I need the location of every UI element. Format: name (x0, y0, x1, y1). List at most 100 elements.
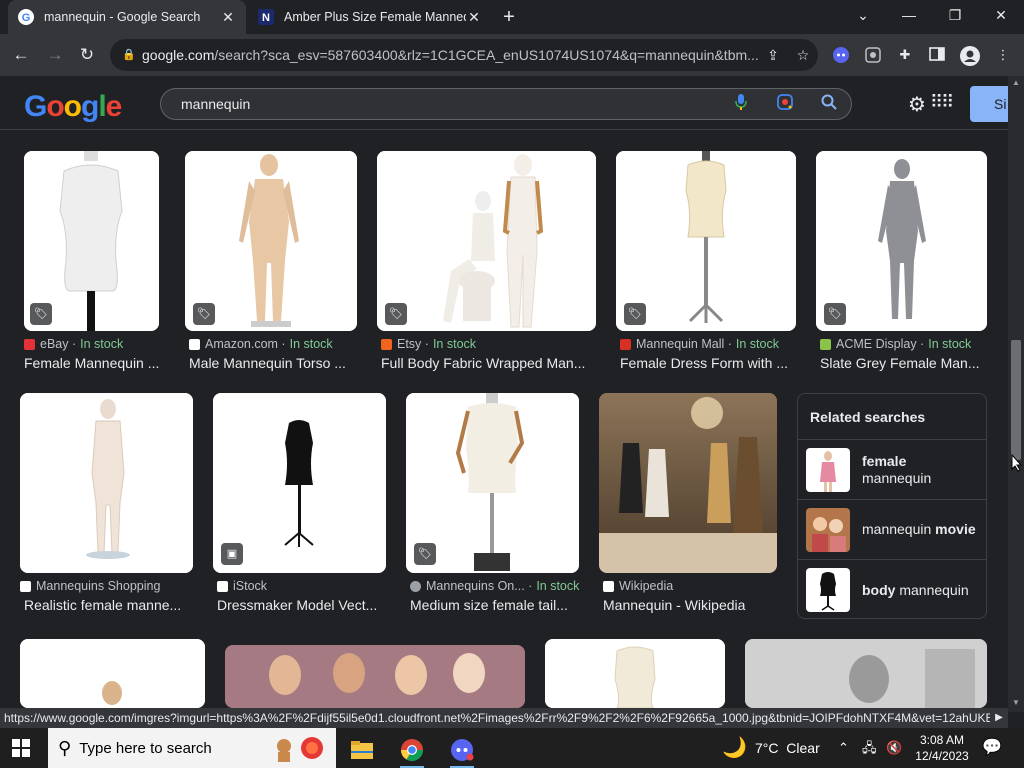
related-thumbnail (806, 507, 850, 552)
share-icon[interactable]: ⇪ (758, 47, 788, 64)
minimize-icon[interactable]: — (886, 0, 932, 30)
profile-avatar-icon[interactable] (960, 46, 980, 66)
reload-icon[interactable]: ↻ (74, 42, 100, 68)
result-thumbnail[interactable] (545, 639, 725, 708)
mouse-cursor-icon (1011, 454, 1023, 472)
google-header: Google mannequin ⚙ ⠿⠿ Si (0, 76, 1020, 130)
amazon-favicon-icon (189, 338, 200, 350)
bookmark-star-icon[interactable]: ☆ (788, 47, 818, 64)
related-searches-panel: Related searches female mannequin mannequ… (797, 393, 987, 619)
result-source: Mannequin Mall · In stock (620, 337, 779, 351)
result-title[interactable]: Slate Grey Female Man... (820, 355, 986, 371)
lock-icon: 🔒 (122, 49, 136, 61)
close-tab-icon[interactable]: ✕ (220, 9, 236, 25)
side-panel-icon[interactable] (928, 46, 946, 64)
windows-start-icon[interactable] (12, 739, 30, 757)
result-title[interactable]: Medium size female tail... (410, 597, 580, 613)
related-thumbnail (806, 447, 850, 492)
result-title[interactable]: Male Mannequin Torso ... (189, 355, 359, 371)
tab-google-search[interactable]: G mannequin - Google Search ✕ (8, 0, 246, 34)
result-source: eBay · In stock (24, 337, 123, 351)
extension-icon[interactable] (864, 46, 882, 64)
tab-amber-mannequin[interactable]: N Amber Plus Size Female Mannequ ✕ (248, 0, 492, 34)
result-thumbnail[interactable] (599, 393, 777, 573)
chrome-menu-icon[interactable]: ⋮ (994, 46, 1012, 64)
settings-gear-icon[interactable]: ⚙ (908, 92, 926, 117)
shopping-tag-icon: 🏷 (824, 303, 846, 325)
shopping-tag-icon: 🏷 (193, 303, 215, 325)
result-thumbnail[interactable]: 🏷 (406, 393, 579, 573)
taskbar-clock[interactable]: 3:08 AM 12/4/2023 (912, 732, 972, 764)
result-thumbnail[interactable]: 🏷 (377, 151, 596, 331)
discord-extension-icon[interactable] (832, 46, 850, 64)
discord-taskbar-icon[interactable] (442, 732, 482, 768)
result-title[interactable]: Female Dress Form with ... (620, 355, 796, 371)
restore-icon[interactable]: ❐ (932, 0, 978, 30)
wikipedia-favicon-icon (603, 580, 614, 592)
search-input[interactable]: mannequin (160, 88, 852, 120)
svg-text:G: G (22, 12, 31, 24)
result-thumbnail[interactable] (20, 393, 193, 573)
notifications-icon[interactable]: 💬 (982, 728, 1002, 768)
result-thumbnail[interactable]: 🏷 (816, 151, 987, 331)
back-icon[interactable]: ← (8, 42, 34, 68)
istock-favicon-icon (217, 580, 228, 592)
result-thumbnail[interactable]: 🏷 (616, 151, 796, 331)
image-icon: ▣ (221, 543, 243, 565)
acme-favicon-icon (820, 338, 831, 350)
result-thumbnail[interactable] (225, 645, 525, 708)
mannequin-mall-favicon-icon (620, 338, 631, 350)
tab-search-chevron-icon[interactable]: ⌄ (840, 0, 886, 30)
result-title[interactable]: Mannequin - Wikipedia (603, 597, 777, 613)
result-source: Mannequins Shopping (20, 579, 160, 593)
close-tab-icon[interactable]: ✕ (466, 9, 482, 25)
network-icon[interactable]: 🖧 (862, 728, 877, 768)
taskbar-search-input[interactable]: ⚲ Type here to search (48, 728, 336, 768)
lens-search-icon[interactable] (763, 93, 807, 116)
google-apps-icon[interactable]: ⠿⠿ (930, 92, 954, 113)
mannequins-shopping-favicon-icon (20, 580, 31, 592)
new-tab-icon[interactable]: + (498, 6, 520, 28)
shopping-tag-icon: 🏷 (385, 303, 407, 325)
puzzle-extensions-icon[interactable]: ✚ (896, 46, 914, 64)
google-logo[interactable]: Google (24, 90, 122, 124)
scroll-down-icon[interactable]: ▼ (1012, 698, 1020, 707)
weather-widget[interactable]: 7°C Clear (755, 728, 820, 768)
scrollbar-thumb[interactable] (1011, 340, 1021, 460)
result-title[interactable]: Female Mannequin ... (24, 355, 174, 371)
related-item-body-mannequin[interactable]: body mannequin (798, 560, 986, 620)
weather-moon-icon[interactable]: 🌙 (722, 728, 747, 768)
scroll-right-icon[interactable]: ▶ (990, 708, 1008, 728)
result-thumbnail[interactable] (20, 639, 205, 708)
search-icon[interactable] (807, 94, 851, 115)
result-source: ACME Display · In stock (820, 337, 971, 351)
search-query: mannequin (181, 96, 251, 112)
volume-muted-icon[interactable]: 🔇 (886, 728, 902, 768)
result-thumbnail[interactable] (745, 639, 987, 708)
forward-icon[interactable]: → (42, 42, 68, 68)
globe-favicon-icon (410, 580, 421, 592)
file-explorer-icon[interactable] (342, 732, 382, 768)
address-bar[interactable]: 🔒 google.com/search?sca_esv=587603400&rl… (110, 39, 818, 71)
result-thumbnail[interactable]: 🏷 (185, 151, 357, 331)
close-window-icon[interactable]: ✕ (978, 0, 1024, 30)
shopping-tag-icon: 🏷 (624, 303, 646, 325)
chrome-taskbar-icon[interactable] (392, 732, 432, 768)
scroll-up-icon[interactable]: ▲ (1012, 78, 1020, 87)
result-thumbnail[interactable]: 🏷 (24, 151, 159, 331)
related-item-female-mannequin[interactable]: female mannequin (798, 440, 986, 500)
link-status-bar: https://www.google.com/imgres?imgurl=htt… (0, 708, 990, 728)
result-title[interactable]: Realistic female manne... (24, 597, 194, 613)
result-source: Mannequins On... · In stock (410, 579, 579, 593)
result-thumbnail[interactable]: ▣ (213, 393, 386, 573)
voice-search-icon[interactable] (719, 93, 763, 116)
related-thumbnail (806, 568, 850, 612)
result-source: iStock (217, 579, 267, 593)
related-item-mannequin-movie[interactable]: mannequin movie (798, 500, 986, 560)
result-title[interactable]: Dressmaker Model Vect... (217, 597, 387, 613)
tray-chevron-icon[interactable]: ⌃ (838, 728, 849, 768)
shopping-tag-icon: 🏷 (414, 543, 436, 565)
result-source: Amazon.com · In stock (189, 337, 333, 351)
vertical-scrollbar[interactable]: ▲ ▼ (1008, 76, 1024, 712)
result-title[interactable]: Full Body Fabric Wrapped Man... (381, 355, 596, 371)
